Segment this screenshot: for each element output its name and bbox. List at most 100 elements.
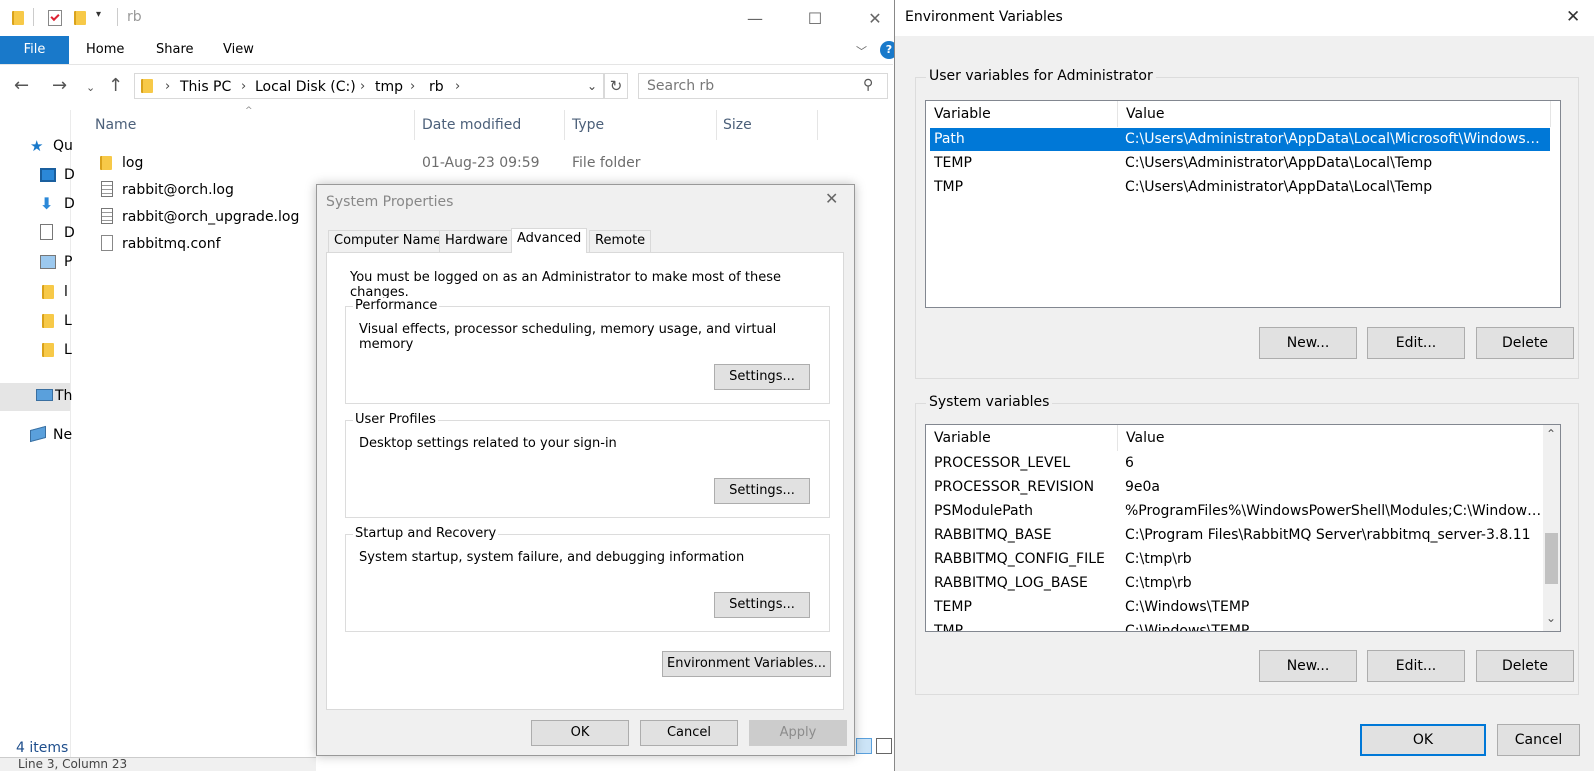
- group-description: Visual effects, processor scheduling, me…: [359, 322, 777, 352]
- variable-value: 9e0a: [1125, 479, 1161, 495]
- close-icon[interactable]: ✕: [825, 189, 838, 208]
- nav-item-quick-access[interactable]: Qu: [53, 138, 73, 154]
- system-new-button[interactable]: New...: [1259, 650, 1357, 682]
- search-input[interactable]: Search rb: [647, 78, 714, 94]
- list-item[interactable]: RABBITMQ_BASE C:\Program Files\RabbitMQ …: [930, 524, 1550, 547]
- column-header-variable[interactable]: Variable: [934, 106, 991, 122]
- cancel-button[interactable]: Cancel: [640, 720, 738, 746]
- list-item[interactable]: RABBITMQ_CONFIG_FILE C:\tmp\rb: [930, 548, 1550, 571]
- pictures-icon: [40, 255, 56, 269]
- column-separator: [716, 110, 717, 140]
- nav-item-folder-2[interactable]: L: [64, 313, 72, 329]
- properties-icon[interactable]: [48, 10, 62, 26]
- advanced-tab-panel: You must be logged on as an Administrato…: [326, 252, 844, 710]
- nav-item-folder-1[interactable]: l: [64, 284, 68, 300]
- scrollbar-thumb[interactable]: [1545, 533, 1558, 584]
- chevron-right-icon: ›: [410, 79, 416, 94]
- list-item[interactable]: RABBITMQ_LOG_BASE C:\tmp\rb: [930, 572, 1550, 595]
- nav-item-downloads[interactable]: D: [64, 196, 75, 212]
- system-edit-button[interactable]: Edit...: [1367, 650, 1465, 682]
- file-row[interactable]: rabbit@orch.log: [90, 179, 320, 203]
- maximize-button[interactable]: ☐: [800, 4, 830, 34]
- nav-item-folder-3[interactable]: L: [64, 342, 72, 358]
- file-row[interactable]: rabbit@orch_upgrade.log: [90, 206, 320, 230]
- ribbon-tab-share[interactable]: Share: [156, 36, 194, 64]
- refresh-icon[interactable]: ↻: [604, 73, 628, 99]
- address-dropdown-icon[interactable]: ⌄: [587, 79, 597, 93]
- column-header-size[interactable]: Size: [723, 117, 752, 133]
- breadcrumb-this-pc[interactable]: This PC: [180, 79, 231, 95]
- list-item[interactable]: TEMP C:\Windows\TEMP: [930, 596, 1550, 619]
- star-icon: ★: [30, 137, 44, 155]
- environment-variables-button[interactable]: Environment Variables...: [662, 651, 831, 677]
- column-header-name[interactable]: Name: [95, 117, 136, 133]
- close-button[interactable]: ✕: [860, 4, 890, 34]
- search-box[interactable]: Search rb ⚲: [638, 73, 888, 99]
- user-profiles-settings-button[interactable]: Settings...: [714, 478, 810, 504]
- large-icons-view-icon[interactable]: [876, 738, 892, 754]
- ok-button[interactable]: OK: [531, 720, 629, 746]
- expand-ribbon-icon[interactable]: ﹀: [856, 43, 867, 59]
- ok-button[interactable]: OK: [1360, 724, 1486, 756]
- text-file-icon: [101, 208, 113, 224]
- list-item[interactable]: PROCESSOR_LEVEL 6: [930, 452, 1550, 475]
- tab-hardware[interactable]: Hardware: [439, 230, 514, 252]
- close-icon[interactable]: ✕: [1566, 7, 1580, 27]
- scroll-up-icon[interactable]: ⌃: [1546, 427, 1556, 441]
- user-variables-list[interactable]: Variable Value Path C:\Users\Administrat…: [925, 100, 1561, 308]
- recent-locations-icon[interactable]: ⌄: [86, 81, 95, 94]
- ribbon-tab-home[interactable]: Home: [86, 36, 124, 64]
- breadcrumb-tmp[interactable]: tmp: [375, 79, 403, 95]
- tab-remote[interactable]: Remote: [589, 230, 652, 252]
- up-arrow-icon[interactable]: ↑: [108, 75, 123, 96]
- minimize-button[interactable]: —: [740, 4, 770, 34]
- system-variables-list[interactable]: Variable Value PROCESSOR_LEVEL 6 PROCESS…: [925, 424, 1561, 632]
- list-item[interactable]: TEMP C:\Users\Administrator\AppData\Loca…: [930, 152, 1550, 175]
- startup-recovery-settings-button[interactable]: Settings...: [714, 592, 810, 618]
- breadcrumb-rb[interactable]: rb: [429, 79, 444, 95]
- system-delete-button[interactable]: Delete: [1476, 650, 1574, 682]
- user-edit-button[interactable]: Edit...: [1367, 327, 1465, 359]
- file-row[interactable]: log 01-Aug-23 09:59 File folder: [90, 152, 810, 176]
- group-title: Performance: [353, 298, 440, 313]
- column-header-value[interactable]: Value: [1126, 106, 1164, 122]
- nav-item-pictures[interactable]: P: [64, 254, 72, 270]
- new-folder-icon[interactable]: [74, 11, 86, 25]
- tab-advanced[interactable]: Advanced: [511, 228, 588, 253]
- nav-item-this-pc[interactable]: Th: [55, 388, 72, 404]
- search-icon[interactable]: ⚲: [863, 77, 873, 93]
- scrollbar[interactable]: ⌃ ⌄: [1543, 425, 1560, 631]
- user-new-button[interactable]: New...: [1259, 327, 1357, 359]
- variable-name: PROCESSOR_REVISION: [934, 479, 1095, 495]
- ribbon-tab-file[interactable]: File: [0, 36, 69, 64]
- breadcrumb-local-disk[interactable]: Local Disk (C:): [255, 79, 356, 95]
- column-header-date[interactable]: Date modified: [422, 117, 521, 133]
- column-header-value[interactable]: Value: [1126, 430, 1164, 446]
- folder-icon: [12, 11, 24, 25]
- nav-item-desktop[interactable]: D: [64, 167, 75, 183]
- file-row[interactable]: rabbitmq.conf: [90, 233, 320, 257]
- user-variables-title: User variables for Administrator: [926, 68, 1156, 84]
- list-item[interactable]: Path C:\Users\Administrator\AppData\Loca…: [930, 128, 1550, 151]
- tab-computer-name[interactable]: Computer Name: [328, 230, 448, 252]
- list-item[interactable]: PROCESSOR_REVISION 9e0a: [930, 476, 1550, 499]
- nav-item-documents[interactable]: D: [64, 225, 75, 241]
- column-separator: [1550, 101, 1551, 127]
- list-item[interactable]: TMP C:\Windows\TEMP: [930, 620, 1550, 631]
- scroll-down-icon[interactable]: ⌄: [1546, 611, 1556, 625]
- ribbon-tab-view[interactable]: View: [223, 36, 254, 64]
- performance-settings-button[interactable]: Settings...: [714, 364, 810, 390]
- list-item[interactable]: PSModulePath %ProgramFiles%\WindowsPower…: [930, 500, 1550, 523]
- list-item[interactable]: TMP C:\Users\Administrator\AppData\Local…: [930, 176, 1550, 199]
- status-item-count: 4 items: [16, 740, 69, 756]
- user-delete-button[interactable]: Delete: [1476, 327, 1574, 359]
- nav-item-network[interactable]: Ne: [53, 427, 72, 443]
- forward-arrow-icon[interactable]: →: [52, 75, 67, 96]
- back-arrow-icon[interactable]: ←: [14, 75, 29, 96]
- cancel-button[interactable]: Cancel: [1497, 724, 1580, 756]
- details-view-icon[interactable]: [856, 738, 872, 754]
- column-header-type[interactable]: Type: [572, 117, 604, 133]
- column-header-variable[interactable]: Variable: [934, 430, 991, 446]
- apply-button[interactable]: Apply: [749, 720, 847, 746]
- customize-toolbar-icon[interactable]: ▾: [96, 9, 101, 20]
